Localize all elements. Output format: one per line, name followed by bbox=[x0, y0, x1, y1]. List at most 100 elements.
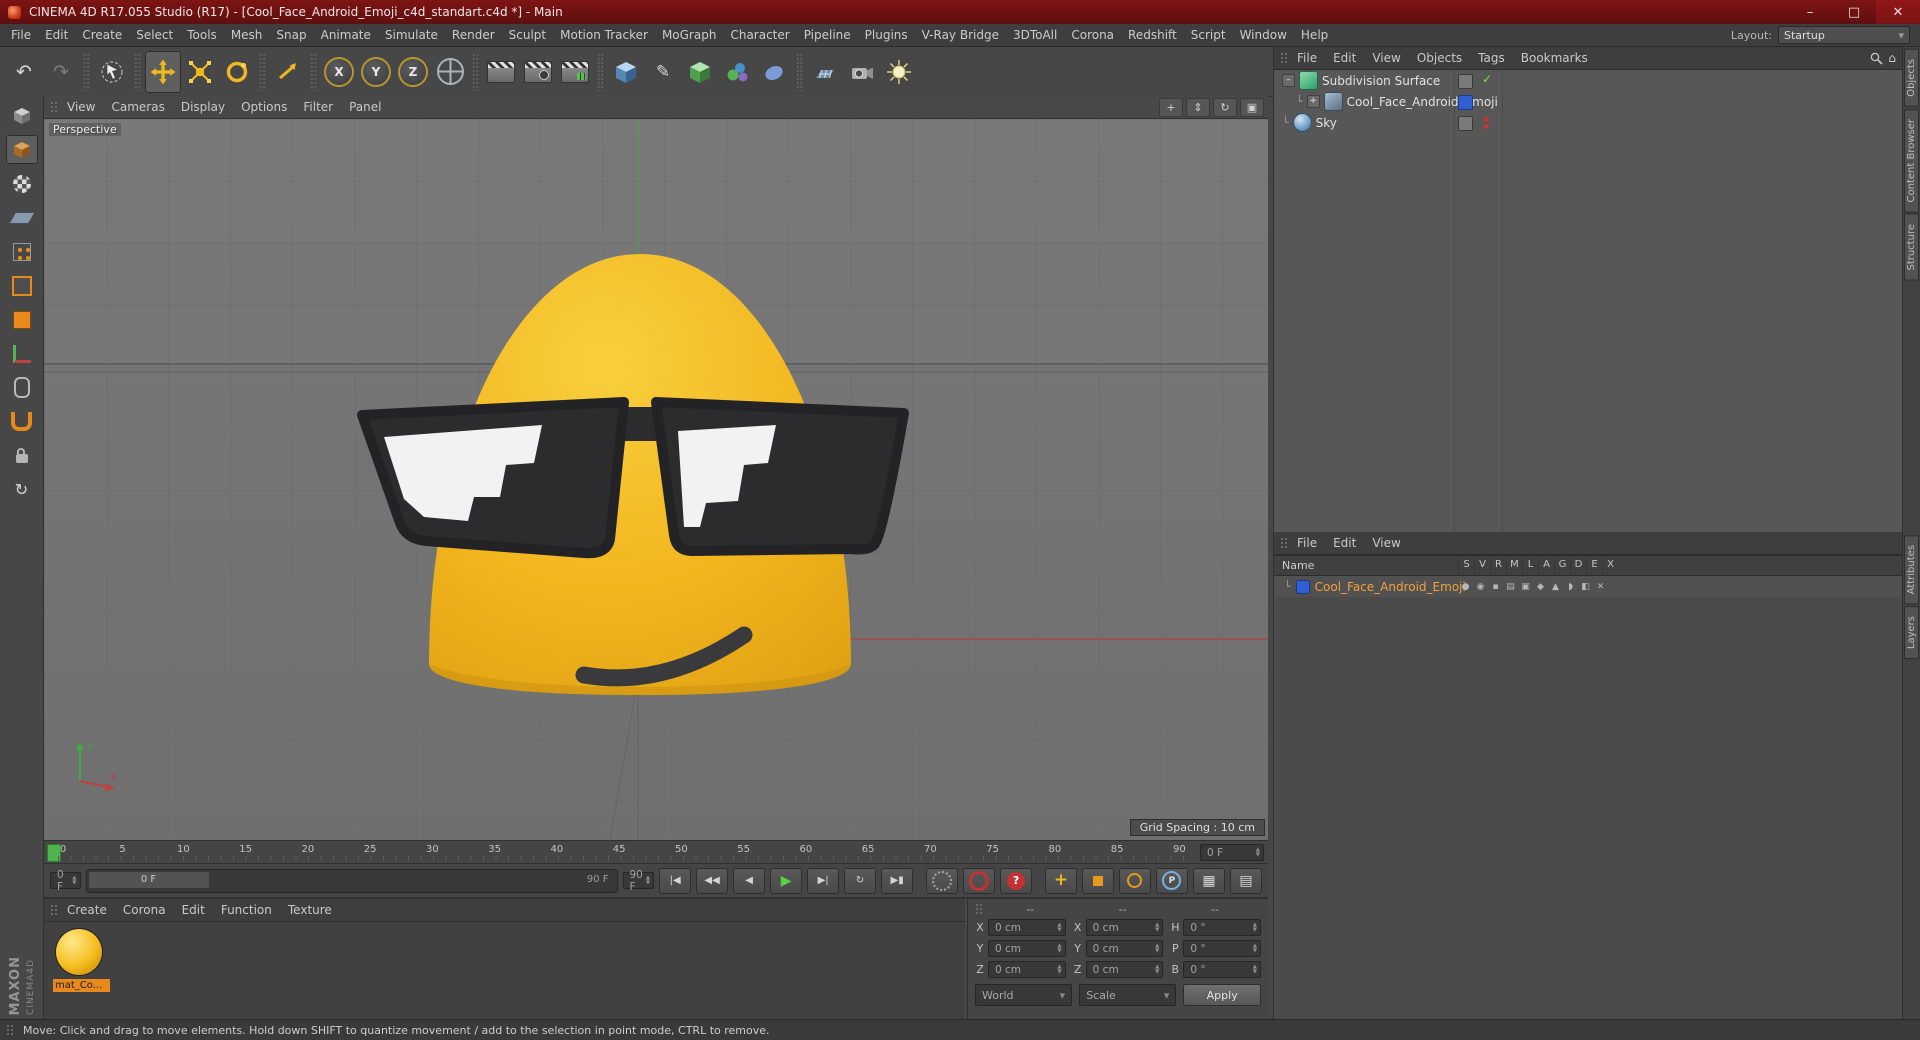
stepper-icon[interactable]: ▲ ▼ bbox=[643, 876, 650, 885]
solo-toggle-icon[interactable]: ● bbox=[1458, 579, 1473, 594]
polygon-mode-button[interactable] bbox=[6, 305, 38, 334]
sky-object-icon[interactable] bbox=[1292, 113, 1312, 132]
layer-chip[interactable] bbox=[1458, 116, 1473, 131]
key-rotation-button[interactable] bbox=[1118, 867, 1151, 894]
polygon-object-icon[interactable] bbox=[1323, 92, 1343, 111]
scale-mode-select[interactable]: Scale ▾ bbox=[1079, 984, 1177, 1006]
search-icon[interactable] bbox=[1870, 52, 1883, 65]
stepper-icon[interactable]: ▲ ▼ bbox=[1250, 965, 1257, 974]
menu-item[interactable]: Render bbox=[445, 24, 502, 46]
edge-mode-button[interactable] bbox=[6, 271, 38, 300]
manager-toggle-icon[interactable]: ▤ bbox=[1503, 579, 1518, 594]
make-editable-button[interactable] bbox=[6, 101, 38, 130]
play-forwards-button[interactable]: ▶ bbox=[770, 867, 803, 894]
live-selection-button[interactable] bbox=[94, 51, 130, 93]
drag-handle[interactable] bbox=[6, 1023, 15, 1037]
stepper-icon[interactable]: ▲ ▼ bbox=[1250, 923, 1257, 932]
object-row-sky[interactable]: └ Sky bbox=[1274, 112, 1902, 133]
menu-item[interactable]: Simulate bbox=[378, 24, 445, 46]
drag-handle[interactable] bbox=[1280, 536, 1289, 550]
drag-handle[interactable] bbox=[1280, 51, 1289, 65]
menu-item[interactable]: Help bbox=[1294, 24, 1335, 46]
object-manager-menu-item[interactable]: View bbox=[1364, 51, 1408, 65]
viewport-menu-item[interactable]: Display bbox=[173, 100, 233, 114]
menu-item[interactable]: Sculpt bbox=[502, 24, 553, 46]
menu-item[interactable]: Plugins bbox=[858, 24, 915, 46]
menu-item[interactable]: Create bbox=[75, 24, 129, 46]
layer-column-header[interactable]: X bbox=[1602, 556, 1618, 575]
render-toggle-icon[interactable]: ▪ bbox=[1488, 579, 1503, 594]
layer-column-header[interactable]: E bbox=[1586, 556, 1602, 575]
stepper-icon[interactable]: ▲ ▼ bbox=[1152, 944, 1159, 953]
object-label[interactable]: Subdivision Surface bbox=[1322, 74, 1440, 88]
rotation-group-label[interactable]: -- bbox=[1169, 903, 1261, 916]
stepper-icon[interactable]: ▲ ▼ bbox=[1253, 848, 1260, 857]
add-mograph-button[interactable] bbox=[719, 51, 755, 93]
rotate-tool-button[interactable] bbox=[219, 51, 255, 93]
render-settings-button[interactable] bbox=[520, 51, 556, 93]
enable-axis-button[interactable] bbox=[6, 339, 38, 368]
coordinate-system-button[interactable] bbox=[432, 51, 468, 93]
lock-y-axis-button[interactable]: Y bbox=[358, 51, 394, 93]
viewport-menu-item[interactable]: View bbox=[59, 100, 103, 114]
menu-item[interactable]: MoGraph bbox=[655, 24, 724, 46]
dock-tab[interactable]: Objects bbox=[1904, 49, 1919, 107]
stepper-icon[interactable]: ▲ ▼ bbox=[1250, 944, 1257, 953]
menu-item[interactable]: Select bbox=[129, 24, 180, 46]
menu-item[interactable]: Edit bbox=[38, 24, 75, 46]
coordinate-input[interactable]: 0 ° ▲ ▼ bbox=[1183, 961, 1261, 978]
timeline-ruler[interactable]: 0 5 10 15 20 25 30 35 40 45 50 55 60 65 70 75 80 85 90 0 F… bbox=[44, 840, 1268, 864]
coordinate-input[interactable]: 0 ° ▲ ▼ bbox=[1183, 940, 1261, 957]
layer-color-chip[interactable] bbox=[1295, 579, 1310, 594]
size-group-label[interactable]: -- bbox=[1076, 903, 1168, 916]
coordinate-input[interactable]: 0 ° ▲ ▼ bbox=[1183, 919, 1261, 936]
add-deformer-button[interactable] bbox=[756, 51, 792, 93]
add-generator-button[interactable] bbox=[682, 51, 718, 93]
add-camera-button[interactable] bbox=[844, 51, 880, 93]
material-menu-item[interactable]: Corona bbox=[115, 903, 174, 917]
coordinate-input[interactable]: 0 cm ▲ ▼ bbox=[1085, 961, 1164, 978]
open-timeline-button[interactable]: ▤ bbox=[1230, 867, 1262, 894]
coordinate-input[interactable]: 0 cm ▲ ▼ bbox=[988, 940, 1066, 957]
next-frame-button[interactable]: ▶| bbox=[807, 867, 840, 894]
undo-button[interactable]: ↶ bbox=[6, 51, 42, 93]
stepper-icon[interactable]: ▲ ▼ bbox=[1152, 923, 1159, 932]
layer-manager-menu-item[interactable]: View bbox=[1364, 536, 1408, 550]
subdivision-surface-icon[interactable] bbox=[1299, 71, 1318, 90]
lock-toggle-icon[interactable]: ▣ bbox=[1518, 579, 1533, 594]
model-mode-button[interactable] bbox=[5, 135, 38, 164]
expand-icon[interactable]: + bbox=[1306, 95, 1320, 108]
object-manager-menu-item[interactable]: Bookmarks bbox=[1513, 51, 1596, 65]
apply-button[interactable]: Apply bbox=[1183, 984, 1261, 1006]
render-view-button[interactable] bbox=[483, 51, 519, 93]
menu-item[interactable]: Snap bbox=[269, 24, 313, 46]
layer-manager-menu-item[interactable]: File bbox=[1289, 536, 1325, 550]
drag-handle[interactable] bbox=[975, 903, 984, 916]
generators-toggle-icon[interactable]: ▲ bbox=[1548, 579, 1563, 594]
layer-row[interactable]: └ Cool_Face_Android_Emoji ● ◉ ▪ ▤ ▣ ◆ ▲ … bbox=[1274, 576, 1902, 597]
coordinate-input[interactable]: 0 cm ▲ ▼ bbox=[1085, 919, 1164, 936]
viewport-camera-label[interactable]: Perspective bbox=[49, 123, 121, 136]
menu-item[interactable]: File bbox=[4, 24, 38, 46]
name-column-header[interactable]: Name bbox=[1282, 559, 1314, 572]
texture-tag-chip[interactable] bbox=[1458, 95, 1473, 110]
preview-range-slider[interactable]: 0 F 90 F bbox=[85, 868, 618, 893]
layer-column-header[interactable]: G bbox=[1554, 556, 1570, 575]
workplane-lock-button[interactable] bbox=[6, 441, 38, 470]
menu-item[interactable]: Character bbox=[723, 24, 796, 46]
layer-manager-menu-item[interactable]: Edit bbox=[1325, 536, 1364, 550]
collapse-icon[interactable]: – bbox=[1282, 74, 1295, 87]
coordinate-input[interactable]: 0 cm ▲ ▼ bbox=[988, 919, 1066, 936]
maximize-button[interactable]: □ bbox=[1832, 0, 1876, 24]
add-environment-button[interactable] bbox=[807, 51, 843, 93]
last-tool-button[interactable] bbox=[270, 51, 306, 93]
viewport-menu-item[interactable]: Options bbox=[233, 100, 295, 114]
previous-frame-button[interactable]: ◀ bbox=[733, 867, 766, 894]
render-queue-button[interactable] bbox=[557, 51, 593, 93]
range-start-handle[interactable]: 0 F bbox=[88, 871, 209, 888]
stepper-icon[interactable]: ▲ ▼ bbox=[69, 876, 76, 885]
object-label[interactable]: Cool_Face_Android_Emoji bbox=[1347, 95, 1498, 109]
menu-item[interactable]: Corona bbox=[1064, 24, 1121, 46]
material-menu-item[interactable]: Edit bbox=[174, 903, 213, 917]
point-mode-button[interactable] bbox=[6, 237, 38, 266]
